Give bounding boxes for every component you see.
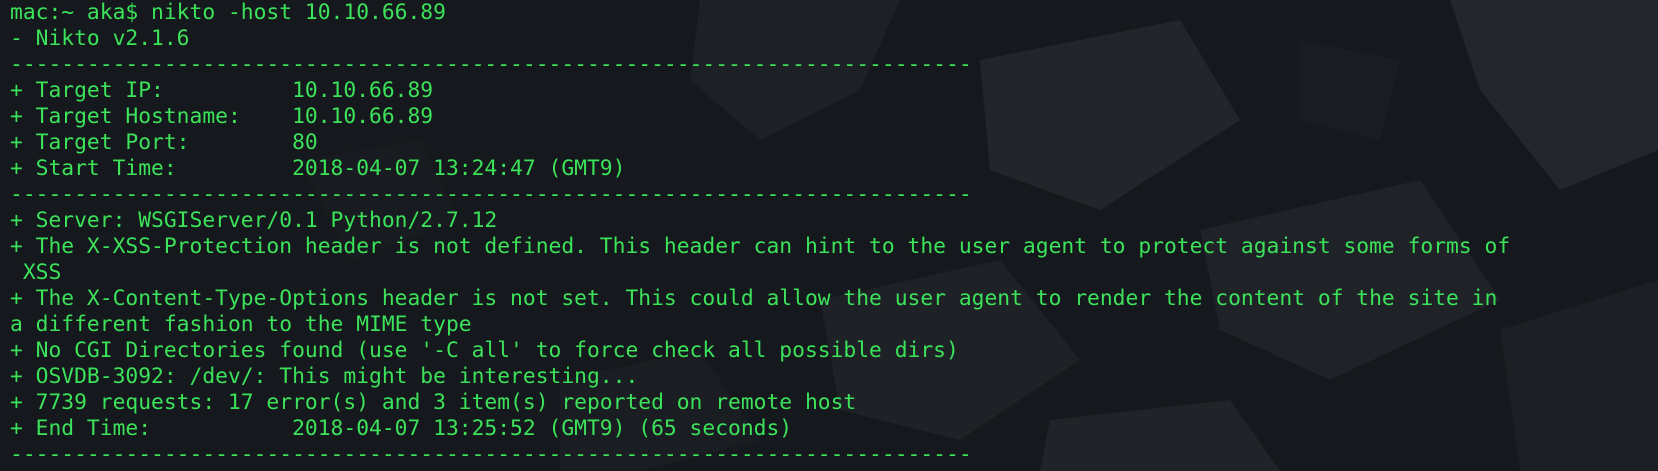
cgi-directories-line: + No CGI Directories found (use '-C all'… <box>10 338 959 363</box>
server-line: + Server: WSGIServer/0.1 Python/2.7.12 <box>10 208 498 233</box>
target-hostname-line: + Target Hostname: 10.10.66.89 <box>10 104 434 129</box>
requests-summary-line: + 7739 requests: 17 error(s) and 3 item(… <box>10 390 857 415</box>
content-type-options-line: + The X-Content-Type-Options header is n… <box>10 286 1498 311</box>
nikto-version-line: - Nikto v2.1.6 <box>10 26 190 51</box>
osvdb-line: + OSVDB-3092: /dev/: This might be inter… <box>10 364 639 389</box>
target-port-line: + Target Port: 80 <box>10 130 318 155</box>
command-prompt-line: mac:~ aka$ nikto -host 10.10.66.89 <box>10 0 446 25</box>
separator-line: ----------------------------------------… <box>10 442 972 467</box>
start-time-line: + Start Time: 2018-04-07 13:24:47 (GMT9) <box>10 156 626 181</box>
terminal-output: mac:~ aka$ nikto -host 10.10.66.89- Nikt… <box>10 0 1650 471</box>
separator-line: ----------------------------------------… <box>10 52 972 77</box>
separator-line: ----------------------------------------… <box>10 182 972 207</box>
xss-protection-line-cont: XSS <box>10 260 62 285</box>
end-time-line: + End Time: 2018-04-07 13:25:52 (GMT9) (… <box>10 416 793 441</box>
content-type-options-line-cont: a different fashion to the MIME type <box>10 312 472 337</box>
target-ip-line: + Target IP: 10.10.66.89 <box>10 78 434 103</box>
xss-protection-line: + The X-XSS-Protection header is not def… <box>10 234 1511 259</box>
